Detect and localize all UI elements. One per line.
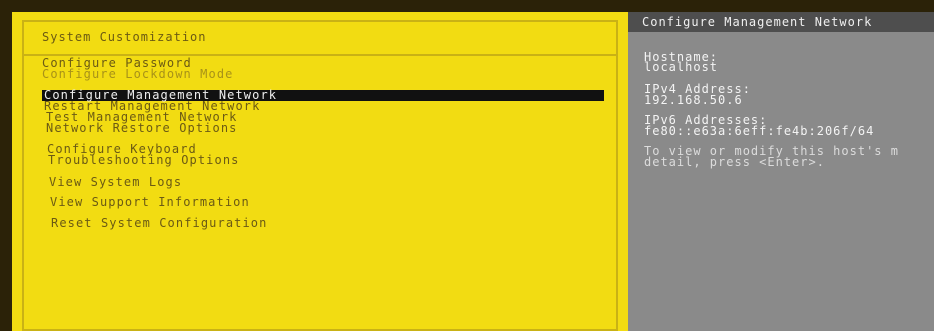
menu-item-network-restore-options[interactable]: Network Restore Options <box>46 122 237 134</box>
menu-item-configure-lockdown-mode[interactable]: Configure Lockdown Mode <box>42 68 233 80</box>
monitor-bezel-left <box>0 0 12 331</box>
details-title: Configure Management Network <box>642 15 873 29</box>
system-customization-panel: System Customization Configure Password … <box>12 12 628 331</box>
menu-item-troubleshooting-options[interactable]: Troubleshooting Options <box>48 154 239 166</box>
details-header: Configure Management Network <box>628 12 934 32</box>
panel-title: System Customization <box>42 30 207 44</box>
monitor-bezel-top <box>0 0 934 12</box>
hostname-value: localhost <box>644 60 719 74</box>
ipv6-value: fe80::e63a:6eff:fe4b:206f/64 <box>644 124 875 138</box>
ipv4-value: 192.168.50.6 <box>644 93 743 107</box>
esxi-dcui-screen: System Customization Configure Password … <box>0 0 934 331</box>
details-panel: Configure Management Network Hostname: l… <box>628 12 934 331</box>
menu-item-view-support-information[interactable]: View Support Information <box>50 196 250 208</box>
menu-item-reset-system-configuration[interactable]: Reset System Configuration <box>51 217 267 229</box>
menu-item-view-system-logs[interactable]: View System Logs <box>49 176 182 188</box>
hint-line-2: detail, press <Enter>. <box>644 155 825 169</box>
